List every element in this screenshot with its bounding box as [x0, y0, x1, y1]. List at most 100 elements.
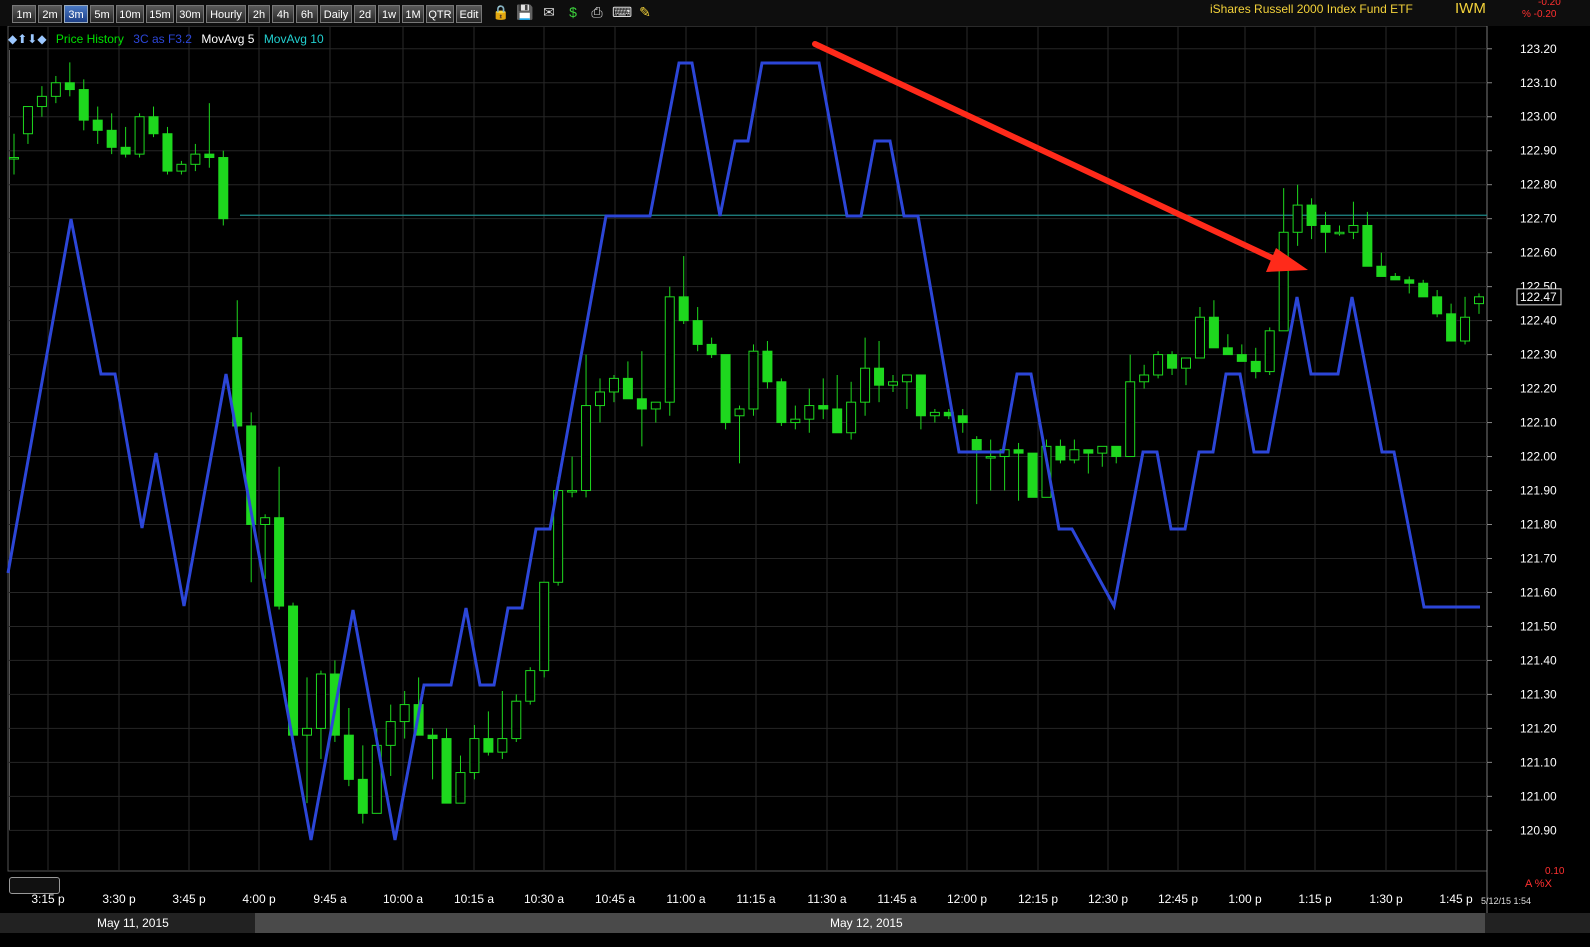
candle [678, 256, 689, 325]
save-icon[interactable]: 💾 [516, 3, 534, 21]
candle-body [957, 415, 968, 424]
candle-body [497, 738, 508, 753]
candle [1055, 439, 1066, 464]
y-tick-label: 122.90 [1520, 144, 1557, 158]
timestamp: 5/12/15 1:54 [1481, 896, 1532, 906]
candle-body [1153, 354, 1164, 376]
candle-body [581, 405, 592, 492]
indicator-line-3c [6, 61, 1480, 841]
candle [1125, 354, 1136, 458]
candle [1446, 303, 1457, 342]
candle-body [1432, 296, 1443, 315]
legend-movavg-5[interactable]: MovAvg 5 [201, 32, 254, 46]
candle [302, 677, 312, 804]
timeframe-button-1m[interactable]: 1m [12, 5, 36, 23]
candle [1404, 276, 1415, 294]
timeframe-button-4h[interactable]: 4h [272, 5, 294, 23]
timeframe-button-2m[interactable]: 2m [38, 5, 62, 23]
x-tick-label: 11:15 a [736, 892, 775, 906]
trend-arrow-line [812, 41, 1286, 266]
candle-body [860, 367, 871, 403]
mail-icon[interactable]: ✉ [540, 3, 558, 21]
timeframe-button-hourly[interactable]: Hourly [206, 5, 246, 23]
candle [804, 388, 815, 433]
scroll-handle[interactable] [9, 877, 60, 894]
timeframe-button-15m[interactable]: 15m [146, 5, 174, 23]
y-tick-label: 123.00 [1520, 110, 1557, 124]
candle [832, 374, 843, 434]
lock-icon[interactable]: 🔒 [492, 3, 510, 21]
pencil-icon[interactable]: ✎ [636, 3, 654, 21]
candle-body [1334, 231, 1345, 235]
timeframe-button-1w[interactable]: 1w [378, 5, 400, 23]
candle [441, 728, 452, 804]
date-label-may-12: May 12, 2015 [830, 916, 903, 930]
candle-body [636, 398, 647, 410]
candle-body [971, 439, 982, 451]
legend-arrows[interactable]: ◆⬆⬇◆ [8, 32, 47, 46]
timeframe-button-2d[interactable]: 2d [354, 5, 376, 23]
legend-movavg-10[interactable]: MovAvg 10 [264, 32, 324, 46]
candle [915, 374, 926, 430]
timeframe-button-1m[interactable]: 1M [402, 5, 424, 23]
candle [971, 436, 982, 505]
candle [1264, 327, 1275, 375]
legend-3c[interactable]: 3C as F3.2 [133, 32, 192, 46]
x-tick-label: 4:00 p [242, 892, 276, 906]
candle-body [1376, 265, 1387, 277]
candle [1474, 293, 1484, 314]
candle [1460, 296, 1471, 345]
candle [469, 724, 480, 780]
candle-body [1460, 316, 1471, 342]
keyboard-icon[interactable]: ⌨ [612, 3, 632, 21]
timeframe-button-3m[interactable]: 3m [64, 5, 88, 23]
net-change: -0.20 [1538, 0, 1561, 8]
candle [1334, 225, 1345, 236]
timeframe-button-qtr[interactable]: QTR [426, 5, 454, 23]
candle [315, 670, 326, 759]
x-tick-label: 1:30 p [1369, 892, 1403, 906]
timeframe-button-6h[interactable]: 6h [296, 5, 318, 23]
timeframe-button-daily[interactable]: Daily [320, 5, 352, 23]
candle [818, 378, 829, 420]
legend-price-history[interactable]: Price History [56, 32, 124, 46]
y-tick-label: 121.60 [1520, 585, 1557, 599]
print-icon[interactable]: ⎙ [588, 3, 606, 21]
candle [874, 341, 885, 403]
candle [846, 381, 857, 440]
x-tick-label: 12:30 p [1088, 892, 1128, 906]
timeframe-button-5m[interactable]: 5m [90, 5, 114, 23]
candle [748, 344, 759, 416]
candle [120, 126, 131, 158]
candle [595, 378, 605, 423]
candle [539, 581, 550, 678]
candle-body [260, 517, 271, 526]
candle [790, 405, 801, 430]
y-tick-label: 121.10 [1520, 755, 1557, 769]
timeframe-button-2h[interactable]: 2h [248, 5, 270, 23]
candle [860, 337, 871, 416]
candle [1069, 439, 1080, 464]
y-tick-label: 121.20 [1520, 721, 1557, 735]
x-tick-label: 11:45 a [877, 892, 916, 906]
candle-body [608, 377, 619, 393]
timeframe-button-30m[interactable]: 30m [176, 5, 204, 23]
y-tick-label: 122.10 [1520, 416, 1557, 430]
candle [525, 667, 536, 705]
candle [22, 106, 33, 144]
price-chart[interactable]: 3:15 p 3:30 p 3:45 p 4:00 p 9:45 a 10:00 a 10:… [0, 26, 1590, 913]
dollar-icon[interactable]: $ [564, 3, 582, 21]
candle-body [776, 381, 787, 424]
candle-body [483, 738, 494, 753]
timeframe-button-10m[interactable]: 10m [116, 5, 144, 23]
timeframe-button-edit[interactable]: Edit [456, 5, 482, 23]
y-tick-label: 120.90 [1520, 823, 1557, 837]
y-tick-label: 122.60 [1520, 246, 1557, 260]
candle [1292, 184, 1303, 246]
candle-body [818, 405, 829, 410]
candle [78, 79, 89, 131]
candle-body [706, 343, 717, 356]
candle [957, 408, 968, 433]
candle-body [1069, 449, 1080, 461]
candle [1348, 201, 1359, 240]
